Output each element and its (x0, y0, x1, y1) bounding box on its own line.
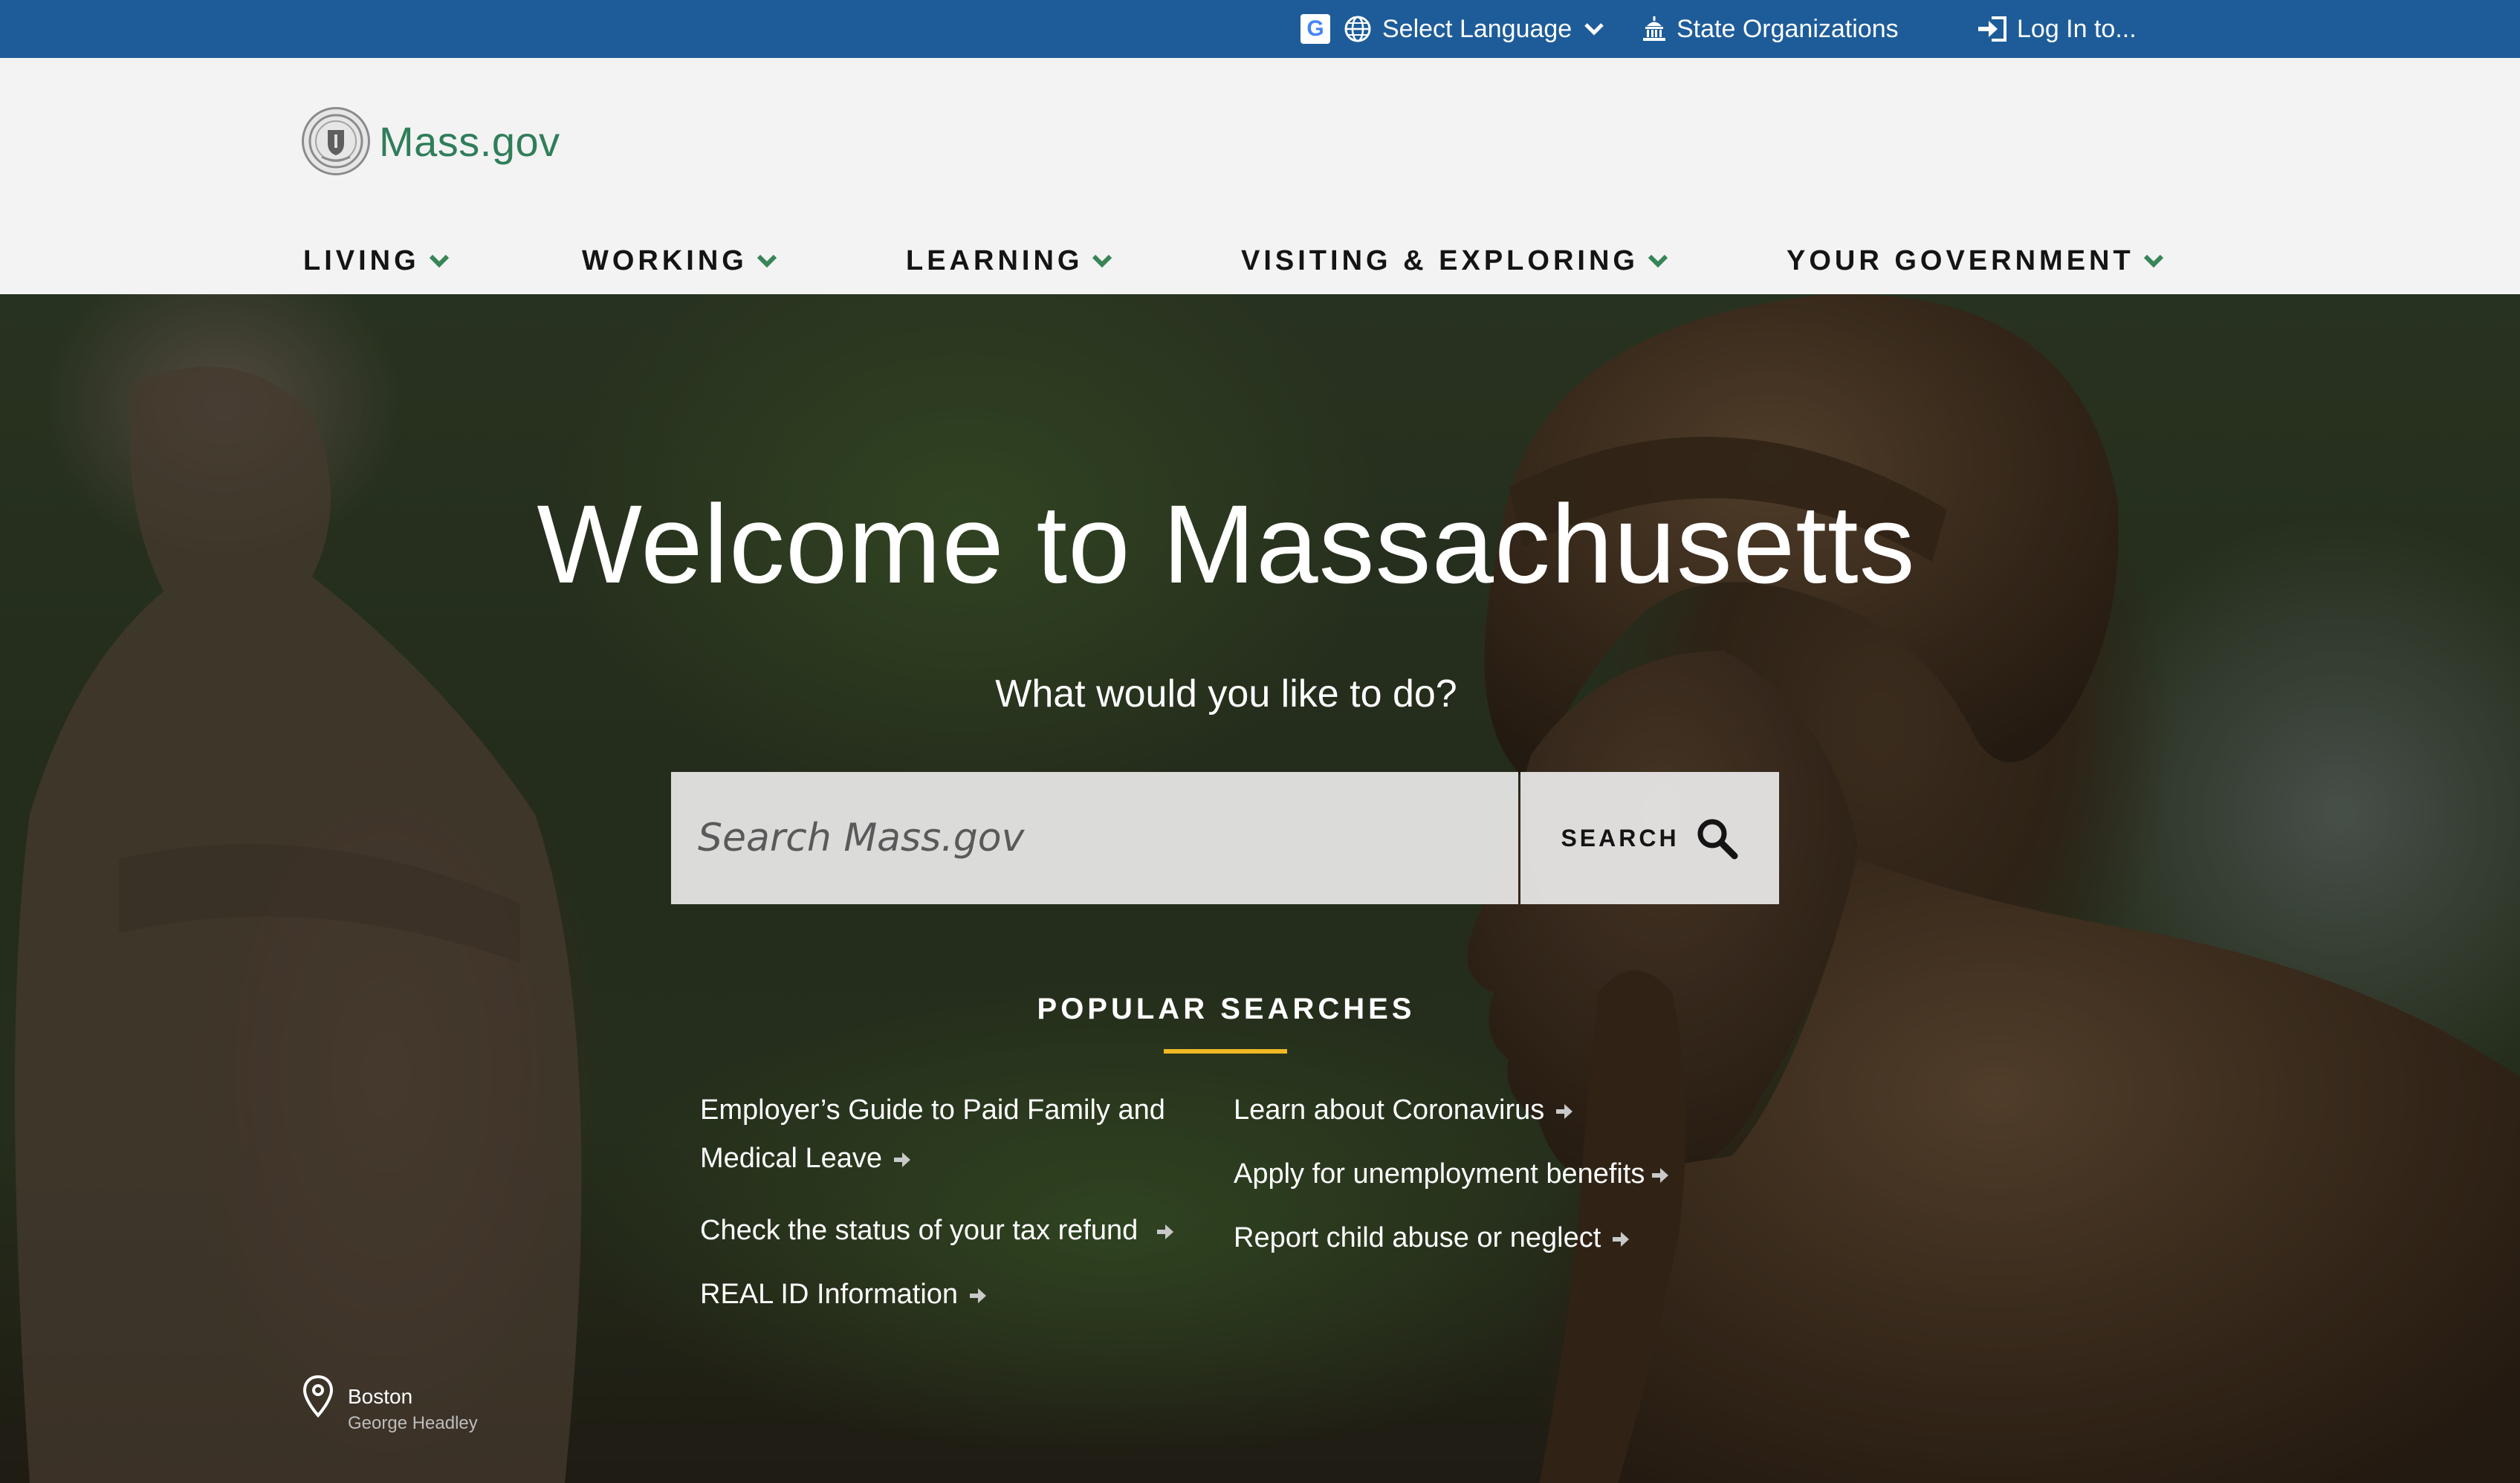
chevron-down-icon (1092, 254, 1112, 268)
hero-section: Welcome to Massachusetts What would you … (0, 294, 2520, 1483)
map-pin-icon (302, 1375, 334, 1418)
search-button-label: SEARCH (1561, 824, 1680, 851)
nav-your-government-label: YOUR GOVERNMENT (1787, 244, 2134, 276)
state-organizations-button[interactable]: State Organizations (1641, 0, 1899, 58)
chevron-down-icon (757, 254, 777, 268)
search-input[interactable] (671, 772, 1518, 904)
google-translate-icon: G (1301, 14, 1330, 44)
select-language-button[interactable]: G Select Language (1301, 0, 1604, 58)
hero-subtitle: What would you like to do? (995, 672, 1457, 715)
arrow-right-icon (970, 1288, 987, 1303)
state-organizations-label: State Organizations (1677, 14, 1899, 43)
popular-searches-heading: POPULAR SEARCHES (1037, 993, 1416, 1025)
nav-living[interactable]: LIVING (303, 227, 450, 294)
arrow-right-icon (1157, 1224, 1174, 1239)
photo-artist: George Headley (348, 1413, 478, 1433)
nav-living-label: LIVING (303, 244, 420, 276)
nav-visiting-exploring-label: VISITING & EXPLORING (1241, 244, 1639, 276)
arrow-right-icon (1556, 1103, 1573, 1119)
popular-link-paid-family-leave[interactable]: Employer’s Guide to Paid Family and Medi… (700, 1086, 1220, 1183)
nav-your-government[interactable]: YOUR GOVERNMENT (1787, 227, 2164, 294)
nav-visiting-exploring[interactable]: VISITING & EXPLORING (1241, 227, 1668, 294)
hero-title: Welcome to Massachusetts (537, 481, 1916, 606)
site-header: Mass.gov LIVING WORKING LEARNING VISITIN… (0, 58, 2520, 294)
popular-link-label: Check the status of your tax refund (700, 1215, 1138, 1246)
arrow-right-icon (894, 1152, 911, 1167)
popular-link-unemployment[interactable]: Apply for unemployment benefits (1234, 1150, 1670, 1198)
popular-link-label: Apply for unemployment benefits (1234, 1158, 1645, 1190)
nav-working[interactable]: WORKING (582, 227, 777, 294)
popular-link-label: Learn about Coronavirus (1234, 1094, 1545, 1126)
chevron-down-icon (2143, 254, 2163, 268)
nav-learning-label: LEARNING (906, 244, 1084, 276)
login-arrow-icon (1978, 16, 2006, 42)
popular-link-label: REAL ID Information (700, 1279, 959, 1310)
magnifier-icon (1697, 819, 1738, 860)
chevron-down-icon (429, 254, 449, 268)
globe-icon (1344, 16, 1371, 42)
popular-link-label: Report child abuse or neglect (1234, 1222, 1601, 1253)
nav-working-label: WORKING (582, 244, 748, 276)
mass-gov-logo-link[interactable]: Mass.gov (302, 107, 560, 175)
capitol-building-icon (1643, 16, 1665, 41)
nav-learning[interactable]: LEARNING (906, 227, 1112, 294)
popular-link-tax-refund[interactable]: Check the status of your tax refund (700, 1207, 1175, 1255)
popular-link-label: Employer’s Guide to Paid Family and Medi… (700, 1094, 1165, 1174)
popular-link-coronavirus[interactable]: Learn about Coronavirus (1234, 1086, 1574, 1135)
popular-searches-underline (1164, 1049, 1287, 1054)
select-language-label: Select Language (1382, 14, 1572, 43)
login-label: Log In to... (2017, 14, 2137, 43)
state-seal-icon (302, 107, 370, 175)
popular-link-child-abuse[interactable]: Report child abuse or neglect (1234, 1214, 1630, 1262)
arrow-right-icon (1652, 1167, 1669, 1183)
search-button[interactable]: SEARCH (1520, 772, 1779, 904)
main-navigation: LIVING WORKING LEARNING VISITING & EXPLO… (0, 227, 2520, 294)
login-button[interactable]: Log In to... (1977, 0, 2137, 58)
utility-bar: G Select Language State Organizations Lo… (0, 0, 2520, 58)
arrow-right-icon (1613, 1231, 1630, 1247)
brand-name: Mass.gov (379, 117, 560, 165)
popular-link-real-id[interactable]: REAL ID Information (700, 1271, 988, 1319)
chevron-down-icon (1648, 254, 1668, 268)
chevron-down-icon (1584, 23, 1604, 36)
photo-location: Boston (348, 1385, 413, 1408)
